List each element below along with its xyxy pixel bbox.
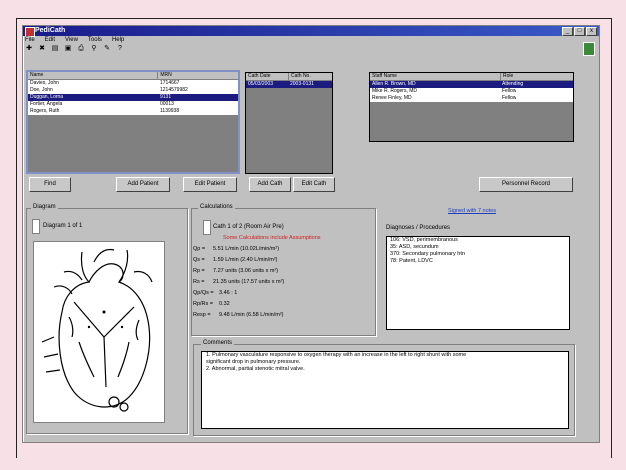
patient-row[interactable]: Davies, John 1714667 xyxy=(28,80,238,87)
diagram-page-spinner[interactable] xyxy=(32,219,40,234)
col-cath-date-header[interactable]: Cath Date xyxy=(246,73,289,80)
save-icon[interactable]: ▣ xyxy=(64,45,72,53)
diagram-page-label: Diagram 1 of 1 xyxy=(43,223,83,229)
cath-selector-label: Cath 1 of 2 (Room Air Pre) xyxy=(213,224,284,230)
calc-row-rs: Rs = 21.35 units (17.57 units x m²) xyxy=(193,279,285,285)
find-button[interactable]: Find xyxy=(29,177,71,192)
help-icon[interactable]: ? xyxy=(116,45,124,53)
print-icon[interactable]: ⎙ xyxy=(77,45,85,53)
personnel-record-button[interactable]: Personnel Record xyxy=(479,177,573,192)
col-cath-no-header[interactable]: Cath No. xyxy=(289,73,331,80)
edit-patient-button[interactable]: Edit Patient xyxy=(183,177,237,192)
staff-row[interactable]: Mike R. Rogers, MD Fellow xyxy=(370,88,573,95)
diagnosis-item[interactable]: 106: VSD, perimembranous xyxy=(387,237,569,244)
calc-row-rp-rs: Rp/Rs = 0.32 xyxy=(193,301,230,307)
patient-row-selected[interactable]: Duggan, Lorna 9131 xyxy=(28,94,238,101)
calc-row-qs: Qs = 1.59 L/min (2.40 L/min/m²) xyxy=(193,257,278,263)
col-name-header[interactable]: Name xyxy=(28,72,159,79)
col-staff-name-header[interactable]: Staff Name xyxy=(370,73,501,80)
heart-diagram[interactable] xyxy=(33,241,165,423)
heart-diagram-drawing xyxy=(41,248,153,412)
menu-file[interactable]: File xyxy=(25,37,35,43)
menu-bar: File Edit View Tools Help xyxy=(25,37,124,43)
staff-list[interactable]: Staff Name Role Allen R. Brown, MD Attend… xyxy=(369,72,574,142)
frame-top-line xyxy=(16,18,612,19)
frame-right-line xyxy=(611,18,612,458)
remove-icon[interactable]: ✖ xyxy=(38,45,46,53)
menu-edit[interactable]: Edit xyxy=(45,37,55,43)
comments-textarea[interactable]: 1. Pulmonary vasculature responsive to o… xyxy=(201,351,569,429)
comment-line: 2. Abnormal, partial stenotic mitral val… xyxy=(206,366,305,372)
col-mrn-header[interactable]: MRN xyxy=(158,72,238,79)
add-cath-button[interactable]: Add Cath xyxy=(249,177,291,192)
calculations-group-label: Calculations xyxy=(198,204,235,210)
comment-line: significant drop in pulmonary pressure. xyxy=(206,359,301,365)
edit-cath-button[interactable]: Edit Cath xyxy=(293,177,335,192)
maximize-button[interactable]: □ xyxy=(574,27,585,36)
menu-view[interactable]: View xyxy=(65,37,78,43)
app-icon xyxy=(25,27,35,37)
cath-list[interactable]: Cath Date Cath No. 05/03/2003 2003-0131 xyxy=(245,72,333,174)
diagnosis-item[interactable]: 35: ASD, secundum xyxy=(387,244,569,251)
diagram-group-label: Diagram xyxy=(31,204,58,210)
staff-row-selected[interactable]: Allen R. Brown, MD Attending xyxy=(370,81,573,88)
toolbar: ✚ ✖ ▤ ▣ ⎙ ⚲ ✎ ? xyxy=(25,45,124,53)
patient-row[interactable]: Rogers, Ruth 1139938 xyxy=(28,108,238,115)
cath-list-header: Cath Date Cath No. xyxy=(246,73,332,81)
diagnosis-item[interactable]: 370: Secondary pulmonary htn xyxy=(387,251,569,258)
frame-left-line xyxy=(16,18,17,458)
add-icon[interactable]: ✚ xyxy=(25,45,33,53)
calc-row-rp: Rp = 7.27 units (3.06 units x m²) xyxy=(193,268,279,274)
title-bar: PediCath _ □ x xyxy=(23,26,599,37)
menu-help[interactable]: Help xyxy=(112,37,124,43)
add-patient-button[interactable]: Add Patient xyxy=(116,177,170,192)
staff-list-header: Staff Name Role xyxy=(370,73,573,81)
patient-row[interactable]: Doe, John 1214579982 xyxy=(28,87,238,94)
diagnoses-list[interactable]: 106: VSD, perimembranous 35: ASD, secund… xyxy=(386,236,570,330)
window-title: PediCath xyxy=(35,27,66,34)
patient-list-header: Name MRN xyxy=(28,72,238,80)
diagnoses-label: Diagnoses / Procedures xyxy=(386,225,451,231)
comment-line: 1. Pulmonary vasculature responsive to o… xyxy=(206,352,467,358)
comments-group-label: Comments xyxy=(201,340,235,346)
diagnosis-item[interactable]: 78: Patent, LDVC xyxy=(387,258,569,265)
close-button[interactable]: x xyxy=(586,27,597,36)
cath-row-selected[interactable]: 05/03/2003 2003-0131 xyxy=(246,81,332,88)
assumptions-note: Some Calculations include Assumptions xyxy=(223,235,321,241)
minimize-button[interactable]: _ xyxy=(562,27,573,36)
patient-list[interactable]: Name MRN Davies, John 1714667 Doe, John 12… xyxy=(26,70,240,174)
col-role-header[interactable]: Role xyxy=(501,73,573,80)
calc-row-qp-qs: Qp/Qs = 3.46 : 1 xyxy=(193,290,238,296)
menu-tools[interactable]: Tools xyxy=(88,37,102,43)
calc-row-resp: Resp = 9.48 L/min (6.58 L/min/m²) xyxy=(193,312,284,318)
calc-row-qp: Qp = 5.51 L/min (10.02L/min/m²) xyxy=(193,246,280,252)
search-icon[interactable]: ⚲ xyxy=(90,45,98,53)
database-icon[interactable]: ▤ xyxy=(51,45,59,53)
corner-logo-icon xyxy=(583,42,595,56)
cath-selector-spinner[interactable] xyxy=(203,220,211,235)
app-window: PediCath _ □ x File Edit View Tools Help… xyxy=(22,25,600,443)
signed-notes-link[interactable]: Signed with 7 notes xyxy=(448,208,496,214)
staff-row[interactable]: Renee Finley, MD Fellow xyxy=(370,95,573,102)
patient-row[interactable]: Fortier, Angela 00013 xyxy=(28,101,238,108)
tools-icon[interactable]: ✎ xyxy=(103,45,111,53)
